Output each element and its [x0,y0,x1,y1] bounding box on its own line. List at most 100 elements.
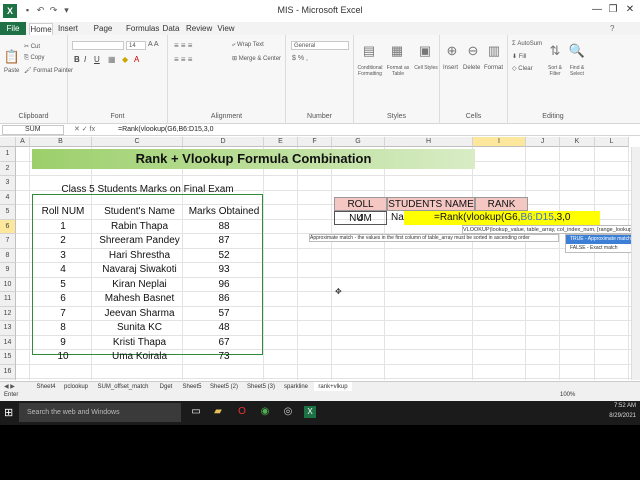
help-icon[interactable]: ? [610,24,614,33]
table-cell-roll[interactable]: 5 [32,278,94,293]
format-table-icon[interactable]: ▦ [388,43,406,59]
table-cell-marks[interactable]: 52 [185,249,263,264]
table-header-marks[interactable]: Marks Obtained [185,205,263,220]
table-cell-marks[interactable]: 93 [185,263,263,278]
row-header-2[interactable]: 2 [0,161,16,176]
table-cell-marks[interactable]: 67 [185,336,263,351]
row-header-9[interactable]: 9 [0,263,16,278]
table-cell-name[interactable]: Rabin Thapa [94,220,185,235]
table-cell-marks[interactable]: 87 [185,234,263,249]
column-header-b[interactable]: B [30,137,92,147]
format-icon[interactable]: ▥ [484,43,504,59]
conditional-formatting-button[interactable]: Conditional Formatting [357,65,383,77]
row-header-12[interactable]: 12 [0,306,16,321]
name-box[interactable]: SUM [2,125,64,135]
table-cell-name[interactable]: Sunita KC [94,321,185,336]
tab-insert[interactable]: Insert [56,23,80,35]
row-header-6[interactable]: 6 [0,219,16,234]
maximize-icon[interactable]: ❐ [606,3,620,17]
row-header-13[interactable]: 13 [0,321,16,336]
table-cell-roll[interactable]: 9 [32,336,94,351]
font-size-select[interactable]: 14 [126,41,146,50]
table-cell-marks[interactable]: 96 [185,278,263,293]
fill-color-icon[interactable]: ◆ [122,55,128,64]
tab-page-layout[interactable]: Page Layout [84,23,122,45]
sort-filter-icon[interactable]: ⇅ [546,43,564,59]
delete-button[interactable]: Delete [463,65,480,71]
row-header-17[interactable]: 17 [0,379,16,380]
border-icon[interactable]: ▦ [108,55,116,64]
option-true[interactable]: TRUE - Approximate match [566,235,632,244]
lookup-roll-cell[interactable]: 4 [334,211,387,225]
column-header-j[interactable]: J [526,137,560,147]
table-cell-roll[interactable]: 8 [32,321,94,336]
tab-file[interactable]: File [0,22,26,35]
wrap-text-button[interactable]: ⤶ Wrap Text [232,42,264,49]
table-cell-roll[interactable]: 1 [32,220,94,235]
column-header-h[interactable]: H [385,137,473,147]
lookup-header-roll[interactable]: ROLL NUM [334,197,387,224]
tab-data[interactable]: Data [160,23,182,35]
app-icon[interactable]: ◎ [282,406,294,418]
table-cell-name[interactable]: Navaraj Siwakoti [94,263,185,278]
format-painter-button[interactable]: 🖌 Format Painter [24,67,73,74]
row-header-16[interactable]: 16 [0,364,16,379]
function-buttons-icon[interactable]: ✕ ✓ fx [74,125,95,133]
opera-icon[interactable]: O [236,406,248,418]
currency-icon[interactable]: $ % , [292,55,308,62]
table-cell-marks[interactable]: 73 [185,350,263,365]
column-header-e[interactable]: E [264,137,298,147]
table-cell-roll[interactable]: 2 [32,234,94,249]
column-header-l[interactable]: L [595,137,629,147]
table-cell-roll[interactable]: 7 [32,307,94,322]
underline-button[interactable]: U [94,55,100,64]
row-header-11[interactable]: 11 [0,292,16,307]
row-header-4[interactable]: 4 [0,190,16,205]
row-header-14[interactable]: 14 [0,335,16,350]
windows-start-icon[interactable]: ⊞ [4,406,13,419]
zoom-level[interactable]: 100% [560,392,575,398]
row-header-3[interactable]: 3 [0,176,16,191]
paste-icon[interactable]: 📋 [3,49,21,65]
minimize-icon[interactable]: — [590,3,604,17]
task-view-icon[interactable]: ▭ [190,406,202,418]
worksheet-grid[interactable]: ABCDEFGHIJKL 1234567891011121314151617 R… [0,137,640,380]
tab-view[interactable]: View [215,23,237,35]
close-icon[interactable]: ✕ [623,3,637,17]
row-header-10[interactable]: 10 [0,277,16,292]
table-cell-marks[interactable]: 88 [185,220,263,235]
row-header-7[interactable]: 7 [0,234,16,249]
row-header-1[interactable]: 1 [0,147,16,162]
table-cell-marks[interactable]: 86 [185,292,263,307]
select-all-corner[interactable] [0,137,16,147]
find-select-button[interactable]: Find & Select [564,65,590,77]
table-cell-marks[interactable]: 57 [185,307,263,322]
column-header-f[interactable]: F [298,137,332,147]
insert-icon[interactable]: ⊕ [442,43,462,59]
column-header-c[interactable]: C [92,137,183,147]
table-cell-name[interactable]: Jeevan Sharma [94,307,185,322]
column-header-d[interactable]: D [183,137,264,147]
option-false[interactable]: FALSE - Exact match [566,244,632,253]
table-cell-name[interactable]: Kristi Thapa [94,336,185,351]
number-format-select[interactable]: General [291,41,349,50]
table-cell-marks[interactable]: 48 [185,321,263,336]
align-top-icon[interactable]: ≡ ≡ ≡ [174,41,192,50]
cell-styles-icon[interactable]: ▣ [416,43,434,59]
table-cell-name[interactable]: Mahesh Basnet [94,292,185,307]
table-cell-roll[interactable]: 6 [32,292,94,307]
column-header-i[interactable]: I [473,137,526,147]
table-cell-name[interactable]: Shreeram Pandey [94,234,185,249]
conditional-formatting-icon[interactable]: ▤ [360,43,378,59]
font-name-select[interactable] [72,41,124,50]
autosum-button[interactable]: Σ AutoSum [512,41,542,47]
column-header-g[interactable]: G [332,137,385,147]
find-select-icon[interactable]: 🔍 [568,43,586,59]
clear-button[interactable]: ◇ Clear [512,65,533,72]
fill-button[interactable]: ⬇ Fill [512,53,526,60]
tab-formulas[interactable]: Formulas [126,23,159,35]
insert-button[interactable]: Insert [443,65,458,71]
format-table-button[interactable]: Format as Table [385,65,411,77]
taskbar-search-input[interactable]: Search the web and Windows [19,403,181,422]
align-left-icon[interactable]: ≡ ≡ ≡ [174,55,192,64]
